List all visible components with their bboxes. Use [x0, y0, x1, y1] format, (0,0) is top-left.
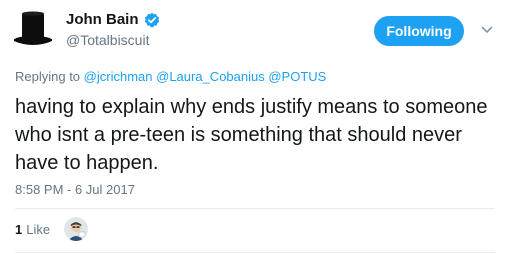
divider: [15, 208, 495, 209]
tweet-text: having to explain why ends justify means…: [15, 96, 488, 174]
divider: [15, 252, 495, 253]
tweet-timestamp[interactable]: 8:58 PM - 6 Jul 2017: [15, 182, 135, 197]
mention-link[interactable]: @jcrichman: [84, 69, 153, 84]
mention-link[interactable]: @POTUS: [268, 69, 326, 84]
author-name-row[interactable]: John Bain: [66, 11, 160, 28]
author-name[interactable]: John Bain: [66, 11, 139, 28]
following-button[interactable]: Following: [374, 16, 464, 46]
liker-avatar[interactable]: [64, 217, 88, 241]
chevron-down-icon[interactable]: [481, 25, 493, 35]
verified-badge-icon: [144, 12, 159, 27]
replying-to: Replying to @jcrichman @Laura_Cobanius @…: [15, 69, 326, 84]
like-count: 1: [15, 222, 23, 237]
author-handle[interactable]: @Totalbiscuit: [66, 32, 149, 48]
mention-link[interactable]: @Laura_Cobanius: [156, 69, 265, 84]
replying-to-label: Replying to: [15, 69, 81, 84]
top-hat-icon[interactable]: [11, 9, 55, 49]
likes-stat[interactable]: 1 Like: [15, 222, 50, 237]
like-label: Like: [26, 222, 51, 237]
